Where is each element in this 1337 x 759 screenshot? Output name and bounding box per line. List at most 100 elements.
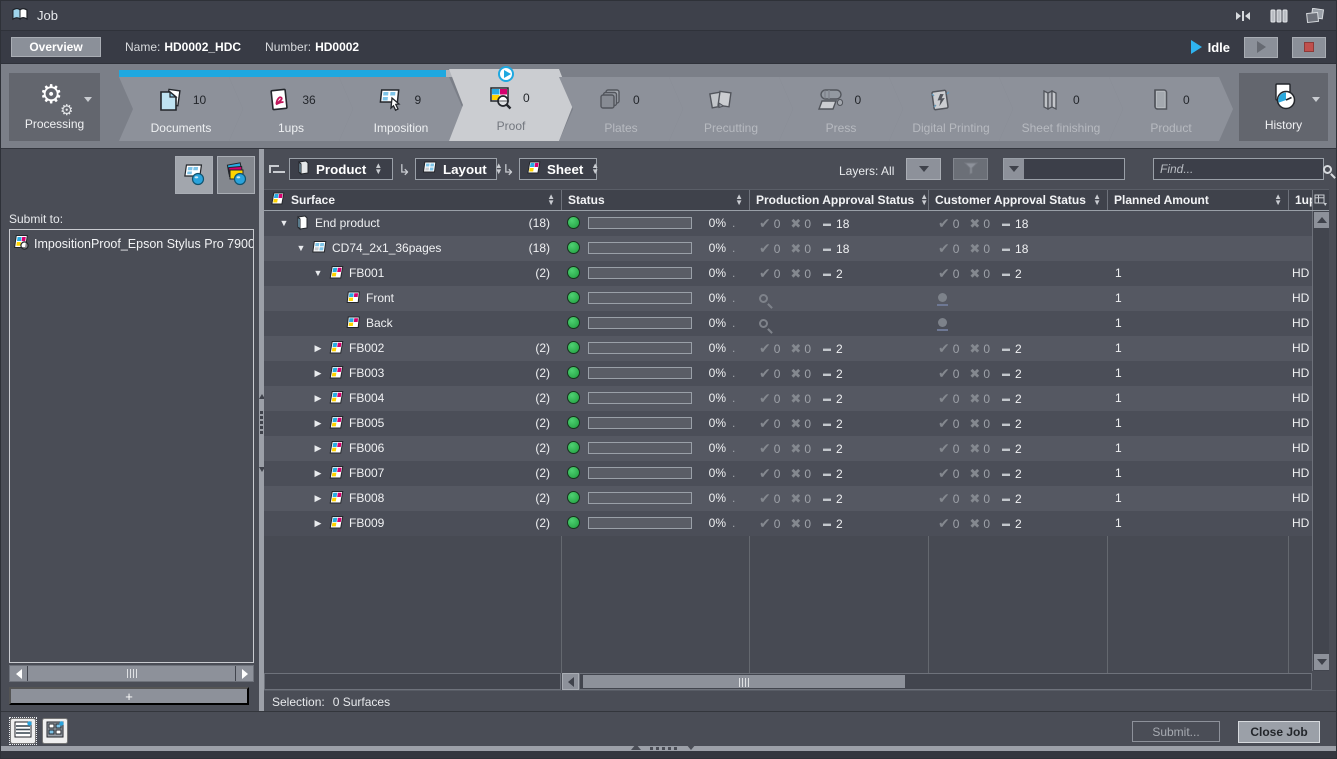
expand-icon[interactable]: ▶ [312,468,324,479]
layers-dropdown-button[interactable] [906,158,941,180]
rejected-cross-icon: ✖ [790,391,801,407]
table-row-fb008[interactable]: ▶FB008(2)0%.✔0✖0▬2✔0✖0▬21HD [264,486,1312,511]
table-row-fb002[interactable]: ▶FB002(2)0%.✔0✖0▬2✔0✖0▬21HD [264,336,1312,361]
add-submit-target-button[interactable]: + [9,687,249,705]
chevron-down-icon[interactable] [1312,97,1320,102]
splitter-expand-icon[interactable] [631,744,641,750]
table-row-front[interactable]: Front0%.1HD [264,286,1312,311]
scroll-right-button[interactable] [236,666,253,681]
pending-count: 2 [836,392,843,406]
column-header-surface[interactable]: Surface ▲▼ [264,190,561,210]
workflow-step-digital-printing[interactable]: Digital Printing [889,77,1013,141]
column-header-status[interactable]: Status ▲▼ [561,190,749,210]
expand-icon[interactable]: ▶ [312,518,324,529]
progress-percent: 0% [696,416,726,430]
workflow-step-history[interactable]: History [1239,73,1328,141]
table-row-fb006[interactable]: ▶FB006(2)0%.✔0✖0▬2✔0✖0▬21HD [264,436,1312,461]
search-icon[interactable] [1323,165,1332,174]
pending-dash-icon: ▬ [1002,394,1010,403]
table-row-fb004[interactable]: ▶FB004(2)0%.✔0✖0▬2✔0✖0▬21HD [264,386,1312,411]
stop-button[interactable] [1292,37,1326,58]
sort-arrows-icon[interactable]: ▲▼ [1093,194,1101,206]
workflow-step-plates[interactable]: 0Plates [559,77,683,141]
scroll-left-button[interactable] [10,666,27,681]
imposition-proof-view-button[interactable] [175,156,213,194]
expand-icon[interactable]: ▶ [312,393,324,404]
splitter-collapse-icon[interactable] [686,744,696,750]
scrollbar-thumb[interactable] [583,675,905,688]
submit-button[interactable]: Submit... [1132,721,1220,742]
close-job-button[interactable]: Close Job [1238,721,1320,743]
windows-icon[interactable] [1304,8,1326,24]
detail-list-view-button[interactable] [10,718,36,744]
table-row-fb005[interactable]: ▶FB005(2)0%.✔0✖0▬2✔0✖0▬21HD [264,411,1312,436]
sort-arrows-icon[interactable]: ▲▼ [1274,194,1282,206]
submit-target-item[interactable]: ImpositionProof_Epson Stylus Pro 7900 [10,230,253,257]
collapse-icon[interactable]: ▼ [295,243,307,253]
start-button[interactable] [1244,37,1278,58]
approved-count: 0 [774,342,781,356]
scope-layout-button[interactable]: Layout ▲▼ [415,158,497,180]
expand-icon[interactable]: ▶ [312,368,324,379]
collapse-icon[interactable]: ▼ [312,268,324,278]
rejected-cross-icon: ✖ [790,366,801,382]
column-picker-button[interactable] [1312,190,1329,210]
find-input[interactable] [1154,162,1323,176]
overview-button[interactable]: Overview [11,37,101,57]
workflow-step-imposition[interactable]: 9Imposition [339,77,463,141]
expand-icon[interactable]: ▶ [312,418,324,429]
submit-target-list[interactable]: ImpositionProof_Epson Stylus Pro 7900 [9,229,254,663]
profile-select[interactable]: Default [1003,158,1125,180]
workflow-step-documents[interactable]: 10Documents [119,77,243,141]
workflow-step-precutting[interactable]: Precutting [669,77,793,141]
scroll-left-button[interactable] [562,673,579,690]
child-count: (2) [512,366,550,380]
grid-list-view-button[interactable] [42,718,68,744]
chevron-down-icon[interactable] [1004,159,1024,179]
sort-arrows-icon[interactable]: ▲▼ [920,194,928,206]
scroll-up-button[interactable] [1314,212,1329,228]
scrollbar-thumb[interactable] [28,666,235,681]
table-row-fb009[interactable]: ▶FB009(2)0%.✔0✖0▬2✔0✖0▬21HD [264,511,1312,536]
column-header-customer-approval[interactable]: Customer Approval Status ▲▼ [928,190,1107,210]
workflow-step-product[interactable]: 0Product [1109,77,1233,141]
collapse-icon[interactable]: ▼ [278,218,290,228]
splitter-grip[interactable] [650,744,677,750]
sort-arrows-icon[interactable]: ▲▼ [735,194,743,206]
expand-icon[interactable]: ▶ [312,343,324,354]
approved-count: 0 [774,267,781,281]
chevron-down-icon[interactable] [84,97,92,102]
table-row-end-product[interactable]: ▼End product(18)0%.✔0✖0▬18✔0✖0▬18 [264,211,1312,236]
form-proof-view-button[interactable] [217,156,255,194]
expand-icon[interactable]: ▶ [312,443,324,454]
column-header-1up[interactable]: 1up [1288,190,1312,210]
column-header-production-approval[interactable]: Production Approval Status ▲▼ [749,190,928,210]
spinner-arrows-icon[interactable]: ▲▼ [591,163,599,175]
scroll-down-button[interactable] [1314,654,1329,670]
spinner-arrows-icon[interactable]: ▲▼ [374,163,382,175]
expand-icon[interactable]: ▶ [312,493,324,504]
sort-arrows-icon[interactable]: ▲▼ [547,194,555,206]
table-row-fb003[interactable]: ▶FB003(2)0%.✔0✖0▬2✔0✖0▬21HD [264,361,1312,386]
splitter-grip[interactable] [260,411,263,434]
workflow-step-press[interactable]: 0Press [779,77,903,141]
workflow-step-sheet-finishing[interactable]: 0Sheet finishing [999,77,1123,141]
workflow-step-1ups[interactable]: 361ups [229,77,353,141]
filter-button[interactable] [953,158,988,180]
columns-icon[interactable] [1268,8,1290,24]
table-row-fb007[interactable]: ▶FB007(2)0%.✔0✖0▬2✔0✖0▬21HD [264,461,1312,486]
find-field[interactable] [1153,158,1324,180]
scope-product-button[interactable]: Product ▲▼ [289,158,393,180]
pending-dash-icon: ▬ [1002,369,1010,378]
table-row-cd74-2x1-36pages[interactable]: ▼CD74_2x1_36pages(18)0%.✔0✖0▬18✔0✖0▬18 [264,236,1312,261]
sidebar-horizontal-scrollbar[interactable] [9,665,254,682]
table-vertical-scrollbar[interactable] [1312,211,1329,671]
collapse-panels-icon[interactable] [1232,8,1254,24]
scope-sheet-button[interactable]: Sheet ▲▼ [519,158,597,180]
table-row-back[interactable]: Back0%.1HD [264,311,1312,336]
table-row-fb001[interactable]: ▼FB001(2)0%.✔0✖0▬2✔0✖0▬21HD [264,261,1312,286]
table-horizontal-scrollbar[interactable] [264,673,1329,690]
workflow-step-processing[interactable]: ⚙⚙ Processing [9,73,100,141]
column-header-planned-amount[interactable]: Planned Amount ▲▼ [1107,190,1288,210]
tree-collapse-icon[interactable] [269,163,285,175]
